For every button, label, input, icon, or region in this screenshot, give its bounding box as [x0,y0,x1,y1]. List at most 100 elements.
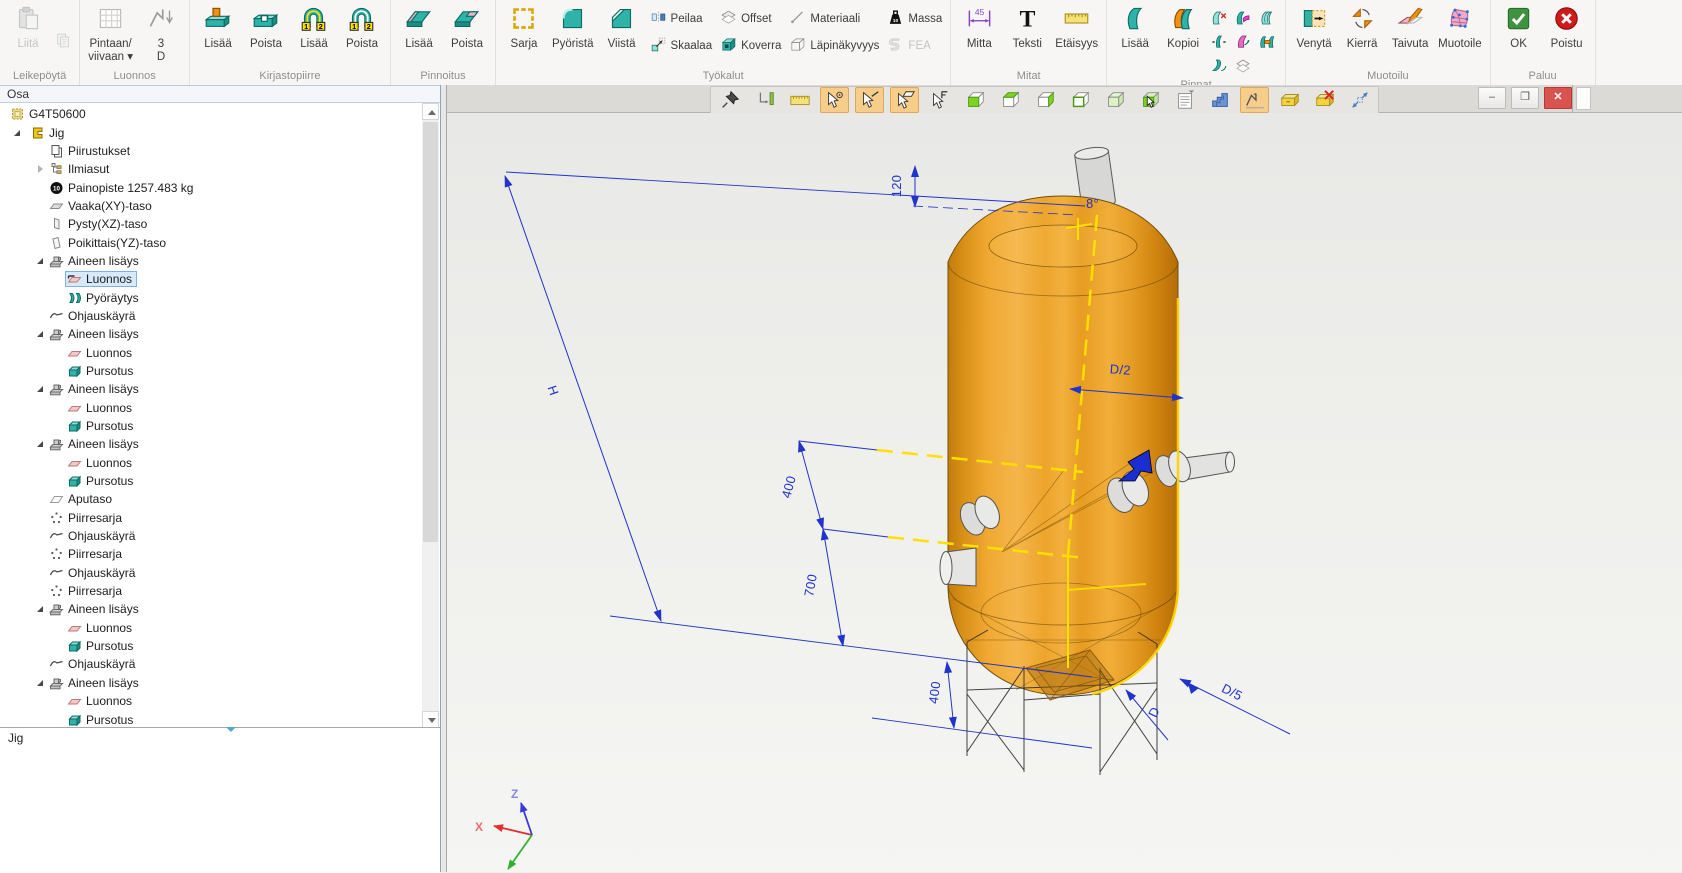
view-top-button[interactable] [995,87,1024,113]
surface-move-button[interactable] [1210,33,1232,55]
library-feature-add-button[interactable]: Lisää [195,2,241,70]
section-steps-button[interactable] [1205,87,1234,113]
tree-item-poikittais-yz-taso[interactable]: Poikittais(YZ)-taso [0,233,423,251]
surface-add-button[interactable]: Lisää [1112,2,1158,79]
tank-shell[interactable] [948,196,1178,695]
ok-button[interactable]: OK [1496,2,1542,70]
tree-item-vaaka-xy-taso[interactable]: Vaaka(XY)-taso [0,197,423,215]
dim-label-400-lower[interactable]: 400 [926,680,944,704]
restore-button[interactable]: ❐ [1511,87,1539,109]
distance-button[interactable]: Etäisyys [1052,2,1101,70]
expand-icon[interactable] [12,127,28,139]
drawer-tool-button[interactable] [1275,87,1304,113]
tree-item-pursotus[interactable]: Pursotus [0,637,423,655]
tree-item-g4t50600[interactable]: G4T50600 [0,105,423,123]
sheet-list-button[interactable] [1170,87,1199,113]
dim-label-d[interactable]: D [1145,705,1163,720]
tree-item-py-r-ytys[interactable]: Pyöräytys [0,288,423,306]
tree-item-aineen-lis-ys[interactable]: Aineen lisäys [0,380,423,398]
scale-button[interactable]: Skaalaa [650,36,713,56]
chamfer-button[interactable]: Viistä [599,2,645,70]
dim-label-120[interactable]: 120 [889,175,904,198]
dim-label-d2[interactable]: D/2 [1109,361,1131,377]
tree-item-luonnos[interactable]: Luonnos [0,270,423,288]
transparency-button[interactable]: Läpinäkyvyys [789,36,879,56]
drawer-delete-tool-button[interactable] [1310,87,1339,113]
fea-button[interactable]: FEA [887,36,942,56]
mirror-button[interactable]: Peilaa [650,9,713,29]
tree-item-aineen-lis-ys[interactable]: Aineen lisäys [0,600,423,618]
scroll-up-button[interactable] [422,103,439,120]
library-pair-add-button[interactable]: 12Lisää [291,2,337,70]
dim-label-700[interactable]: 700 [801,573,820,598]
fillet-button[interactable]: Pyöristä [549,2,597,70]
surface-copy-button[interactable]: Kopioi [1160,2,1206,79]
surface-fillet-button[interactable] [1234,9,1256,31]
pin-tool-button[interactable] [715,87,744,113]
measure-tool-button[interactable] [785,87,814,113]
expand-icon[interactable] [35,383,47,395]
tree-item-pursotus[interactable]: Pursotus [0,472,423,490]
mass-button[interactable]: 10Massa [887,9,942,29]
tree-item-piirresarja[interactable]: Piirresarja [0,582,423,600]
deform-button[interactable]: Muotoile [1435,2,1484,70]
surface-frame-button[interactable] [1258,33,1280,55]
tree-item-aineen-lis-ys[interactable]: Aineen lisäys [0,435,423,453]
exit-button[interactable]: Poistu [1544,2,1590,70]
coating-add-button[interactable]: Lisää [396,2,442,70]
tree-item-aineen-lis-ys[interactable]: Aineen lisäys [0,252,423,270]
select-point-tool-button[interactable] [820,87,849,113]
surface-bend-button[interactable] [1210,57,1232,79]
tree-item-pursotus[interactable]: Pursotus [0,417,423,435]
tree-item-luonnos[interactable]: Luonnos [0,692,423,710]
surface-patch-button[interactable] [1234,33,1256,55]
tree-item-luonnos[interactable]: Luonnos [0,399,423,417]
tree-item-pursotus[interactable]: Pursotus [0,710,423,727]
dim-label-h[interactable]: H [545,384,562,398]
scroll-down-button[interactable] [422,711,439,728]
expand-icon[interactable] [35,438,47,450]
tree-item-luonnos[interactable]: Luonnos [0,619,423,637]
close-button[interactable]: ✕ [1544,87,1572,109]
measure-button[interactable]: 45Mitta [956,2,1002,70]
view-front-button[interactable] [1065,87,1094,113]
pan-tool-button[interactable] [750,87,779,113]
expand-icon[interactable] [35,677,47,689]
view-solid-button[interactable] [960,87,989,113]
expand-view-tool-button[interactable] [1345,87,1374,113]
library-pair-remove-button[interactable]: 12Poista [339,2,385,70]
dim-label-400-upper[interactable]: 400 [778,474,798,500]
tree-item-pursotus[interactable]: Pursotus [0,362,423,380]
rotate-button[interactable]: Kierrä [1339,2,1385,70]
tree-item-piirresarja[interactable]: Piirresarja [0,509,423,527]
select-solid-tool-button[interactable] [1135,87,1164,113]
view-shaded-button[interactable] [1100,87,1129,113]
viewport-canvas[interactable]: 120 8° D/2 H 400 700 400 D/5 D X Z [447,113,1682,872]
stretch-button[interactable]: Venytä [1291,2,1337,70]
minimize-button[interactable]: – [1478,87,1506,109]
copy-button[interactable] [55,32,72,54]
tree-item-aputaso[interactable]: Aputaso [0,490,423,508]
expand-icon[interactable] [35,328,47,340]
tree-item-ohjausk-yr[interactable]: Ohjauskäyrä [0,564,423,582]
tree-item-jig[interactable]: Jig [0,123,423,141]
tree-item-aineen-lis-ys[interactable]: Aineen lisäys [0,674,423,692]
tree-item-ohjausk-yr[interactable]: Ohjauskäyrä [0,307,423,325]
select-face-tool-button[interactable] [890,87,919,113]
offset-button[interactable]: Offset [720,9,781,29]
select-edge-tool-button[interactable] [855,87,884,113]
select-feature-tool-button[interactable] [925,87,954,113]
tree-item-painopiste-1257-483-kg[interactable]: 10Painopiste 1257.483 kg [0,178,423,196]
text-button[interactable]: TTeksti [1004,2,1050,70]
tree-item-luonnos[interactable]: Luonnos [0,343,423,361]
tree-item-piirustukset[interactable]: Piirustukset [0,142,423,160]
tree-item-ilmiasut[interactable]: Ilmiasut [0,160,423,178]
sketch-plane-tool-button[interactable] [1240,87,1269,113]
surface-delete-button[interactable] [1210,9,1232,31]
expand-icon[interactable] [35,163,47,175]
dim-label-angle[interactable]: 8° [1086,196,1099,211]
paste-button[interactable]: Liitä [5,2,51,70]
tree-item-ohjausk-yr[interactable]: Ohjauskäyrä [0,527,423,545]
library-feature-remove-button[interactable]: Poista [243,2,289,70]
expand-icon[interactable] [35,255,47,267]
